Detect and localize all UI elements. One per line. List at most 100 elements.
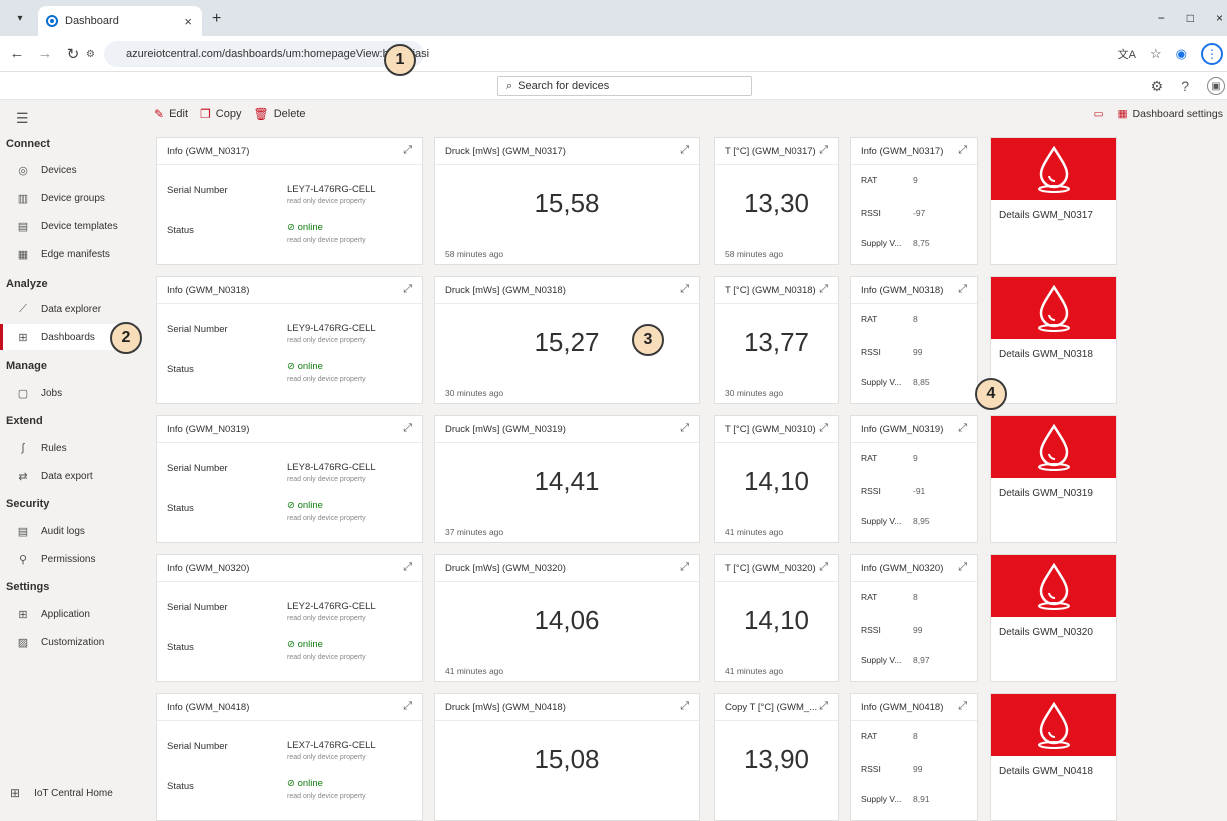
sidebar-item-device-templates[interactable]: ▤ Device templates bbox=[0, 213, 136, 239]
sidebar-item-rules[interactable]: ʃ Rules bbox=[0, 435, 136, 461]
expand-icon[interactable]: ⤢ bbox=[403, 700, 412, 713]
new-tab-button[interactable]: + bbox=[212, 10, 221, 28]
device-details-link-tile[interactable]: Details GWM_N0318 bbox=[990, 276, 1117, 404]
tile-divider bbox=[715, 164, 838, 165]
sidebar-item-data-export[interactable]: ⇄ Data export bbox=[0, 463, 136, 489]
tile-divider bbox=[715, 581, 838, 582]
account-icon[interactable]: ◉ bbox=[1176, 46, 1187, 62]
sidebar-item-label: Rules bbox=[41, 442, 67, 454]
tile-divider bbox=[851, 303, 977, 304]
sidebar-item-label: Devices bbox=[41, 164, 77, 176]
dashboard-settings-icon: ▦ bbox=[1117, 108, 1128, 120]
expand-icon[interactable]: ⤢ bbox=[403, 422, 412, 435]
devices-icon: ◎ bbox=[18, 164, 28, 177]
last-updated: 30 minutes ago bbox=[445, 388, 504, 398]
device-details-link-tile[interactable]: Details GWM_N0418 bbox=[990, 693, 1117, 821]
url-field[interactable]: ⚙ azureiotcentral.com/dashboards/um:home… bbox=[86, 41, 429, 67]
delete-button[interactable]: 🗑 Delete bbox=[253, 107, 305, 121]
expand-icon[interactable]: ⤢ bbox=[819, 283, 828, 296]
sidebar-item-edge-manifests[interactable]: ▦ Edge manifests bbox=[0, 241, 136, 267]
serial-number-value: LEY7-L476RG-CELL bbox=[287, 184, 376, 195]
serial-number-value: LEY2-L476RG-CELL bbox=[287, 601, 376, 612]
expand-icon[interactable]: ⤢ bbox=[958, 422, 967, 435]
expand-icon[interactable]: ⤢ bbox=[680, 422, 689, 435]
tab-search-icon[interactable]: ▾ bbox=[6, 4, 34, 32]
expand-icon[interactable]: ⤢ bbox=[403, 283, 412, 296]
expand-icon[interactable]: ⤢ bbox=[819, 422, 828, 435]
expand-icon[interactable]: ⤢ bbox=[958, 144, 967, 157]
tile-title: Info (GWM_N0318) bbox=[167, 285, 250, 296]
iot-central-home-link[interactable]: ⊞ IoT Central Home bbox=[10, 786, 113, 800]
feedback-icon[interactable]: ▭ bbox=[1094, 108, 1104, 120]
bookmark-star-icon[interactable]: ☆ bbox=[1150, 46, 1162, 62]
section-analyze: Analyze bbox=[6, 278, 48, 290]
expand-icon[interactable]: ⤢ bbox=[680, 283, 689, 296]
minimize-button[interactable]: − bbox=[1158, 11, 1165, 25]
sidebar-item-label: Device groups bbox=[41, 192, 105, 204]
expand-icon[interactable]: ⤢ bbox=[403, 561, 412, 574]
expand-icon[interactable]: ⤢ bbox=[958, 283, 967, 296]
copy-label: Copy bbox=[215, 108, 242, 120]
last-updated: 41 minutes ago bbox=[725, 666, 784, 676]
tile-divider bbox=[435, 720, 699, 721]
supply-label: Supply V... bbox=[861, 238, 902, 248]
details-label: Details GWM_N0418 bbox=[999, 766, 1093, 777]
serial-number-value: LEX7-L476RG-CELL bbox=[287, 740, 376, 751]
sidebar-item-application[interactable]: ⊞ Application bbox=[0, 601, 136, 627]
edit-button[interactable]: ✎ Edit bbox=[154, 107, 188, 121]
edit-label: Edit bbox=[169, 108, 189, 120]
device-details-link-tile[interactable]: Details GWM_N0320 bbox=[990, 554, 1117, 682]
expand-icon[interactable]: ⤢ bbox=[819, 561, 828, 574]
temperature-value: 13,77 bbox=[743, 327, 810, 357]
sidebar-item-jobs[interactable]: ▢ Jobs bbox=[0, 380, 136, 406]
browser-menu-icon[interactable]: ⋮ bbox=[1201, 43, 1223, 65]
expand-icon[interactable]: ⤢ bbox=[680, 700, 689, 713]
device-image bbox=[991, 416, 1116, 478]
site-info-icon[interactable]: ⚙ bbox=[86, 49, 95, 60]
temperature-kpi-tile: Copy T [°C] (GWM_... ⤢ 13,90 bbox=[714, 693, 839, 821]
device-details-link-tile[interactable]: Details GWM_N0317 bbox=[990, 137, 1117, 265]
sidebar-item-audit-logs[interactable]: ▤ Audit logs bbox=[0, 518, 136, 544]
sidebar-item-permissions[interactable]: ⚲ Permissions bbox=[0, 546, 136, 572]
sidebar-item-customization[interactable]: ▨ Customization bbox=[0, 629, 136, 655]
supply-value: 8,97 bbox=[913, 655, 930, 665]
tile-title: Info (GWM_N0319) bbox=[861, 424, 944, 435]
device-details-link-tile[interactable]: Details GWM_N0319 bbox=[990, 415, 1117, 543]
account-avatar-icon[interactable]: ▣ bbox=[1207, 77, 1225, 95]
details-label: Details GWM_N0319 bbox=[999, 488, 1093, 499]
browser-tab[interactable]: Dashboard × bbox=[38, 6, 202, 36]
tile-divider bbox=[851, 720, 977, 721]
copy-button[interactable]: ❐ Copy bbox=[200, 107, 241, 121]
tile-divider bbox=[435, 581, 699, 582]
close-window-button[interactable]: × bbox=[1216, 11, 1223, 25]
sidebar-item-device-groups[interactable]: ▥ Device groups bbox=[0, 185, 136, 211]
back-icon[interactable]: ← bbox=[6, 45, 28, 62]
dashboard-settings-button[interactable]: ▦ Dashboard settings bbox=[1118, 108, 1223, 120]
expand-icon[interactable]: ⤢ bbox=[958, 561, 967, 574]
expand-icon[interactable]: ⤢ bbox=[819, 700, 828, 713]
pressure-kpi-tile: Druck [mWs] (GWM_N0418) ⤢ 15,08 bbox=[434, 693, 700, 821]
reload-icon[interactable]: ↻ bbox=[62, 45, 84, 63]
help-icon[interactable]: ? bbox=[1181, 78, 1189, 94]
status-value: ⊘ online bbox=[287, 778, 323, 789]
tab-close-icon[interactable]: × bbox=[184, 14, 192, 29]
last-updated: 41 minutes ago bbox=[725, 527, 784, 537]
expand-icon[interactable]: ⤢ bbox=[819, 144, 828, 157]
expand-icon[interactable]: ⤢ bbox=[958, 700, 967, 713]
device-search-input[interactable]: ⌕ Search for devices bbox=[497, 76, 752, 96]
search-placeholder: Search for devices bbox=[518, 80, 610, 92]
device-image bbox=[991, 555, 1116, 617]
sidebar-item-data-explorer[interactable]: ⟋ Data explorer bbox=[0, 296, 136, 322]
maximize-button[interactable]: □ bbox=[1187, 11, 1194, 25]
expand-icon[interactable]: ⤢ bbox=[680, 144, 689, 157]
hamburger-menu-icon[interactable]: ☰ bbox=[16, 110, 29, 127]
sidebar-item-label: Dashboards bbox=[41, 331, 95, 343]
forward-icon[interactable]: → bbox=[34, 45, 56, 62]
translate-icon[interactable]: 文A bbox=[1118, 46, 1136, 62]
settings-gear-icon[interactable]: ⚙ bbox=[1151, 78, 1164, 95]
sidebar-item-devices[interactable]: ◎ Devices bbox=[0, 157, 136, 183]
expand-icon[interactable]: ⤢ bbox=[403, 144, 412, 157]
tile-title: Info (GWM_N0317) bbox=[167, 146, 250, 157]
tile-title: Druck [mWs] (GWM_N0317) bbox=[445, 146, 566, 157]
expand-icon[interactable]: ⤢ bbox=[680, 561, 689, 574]
